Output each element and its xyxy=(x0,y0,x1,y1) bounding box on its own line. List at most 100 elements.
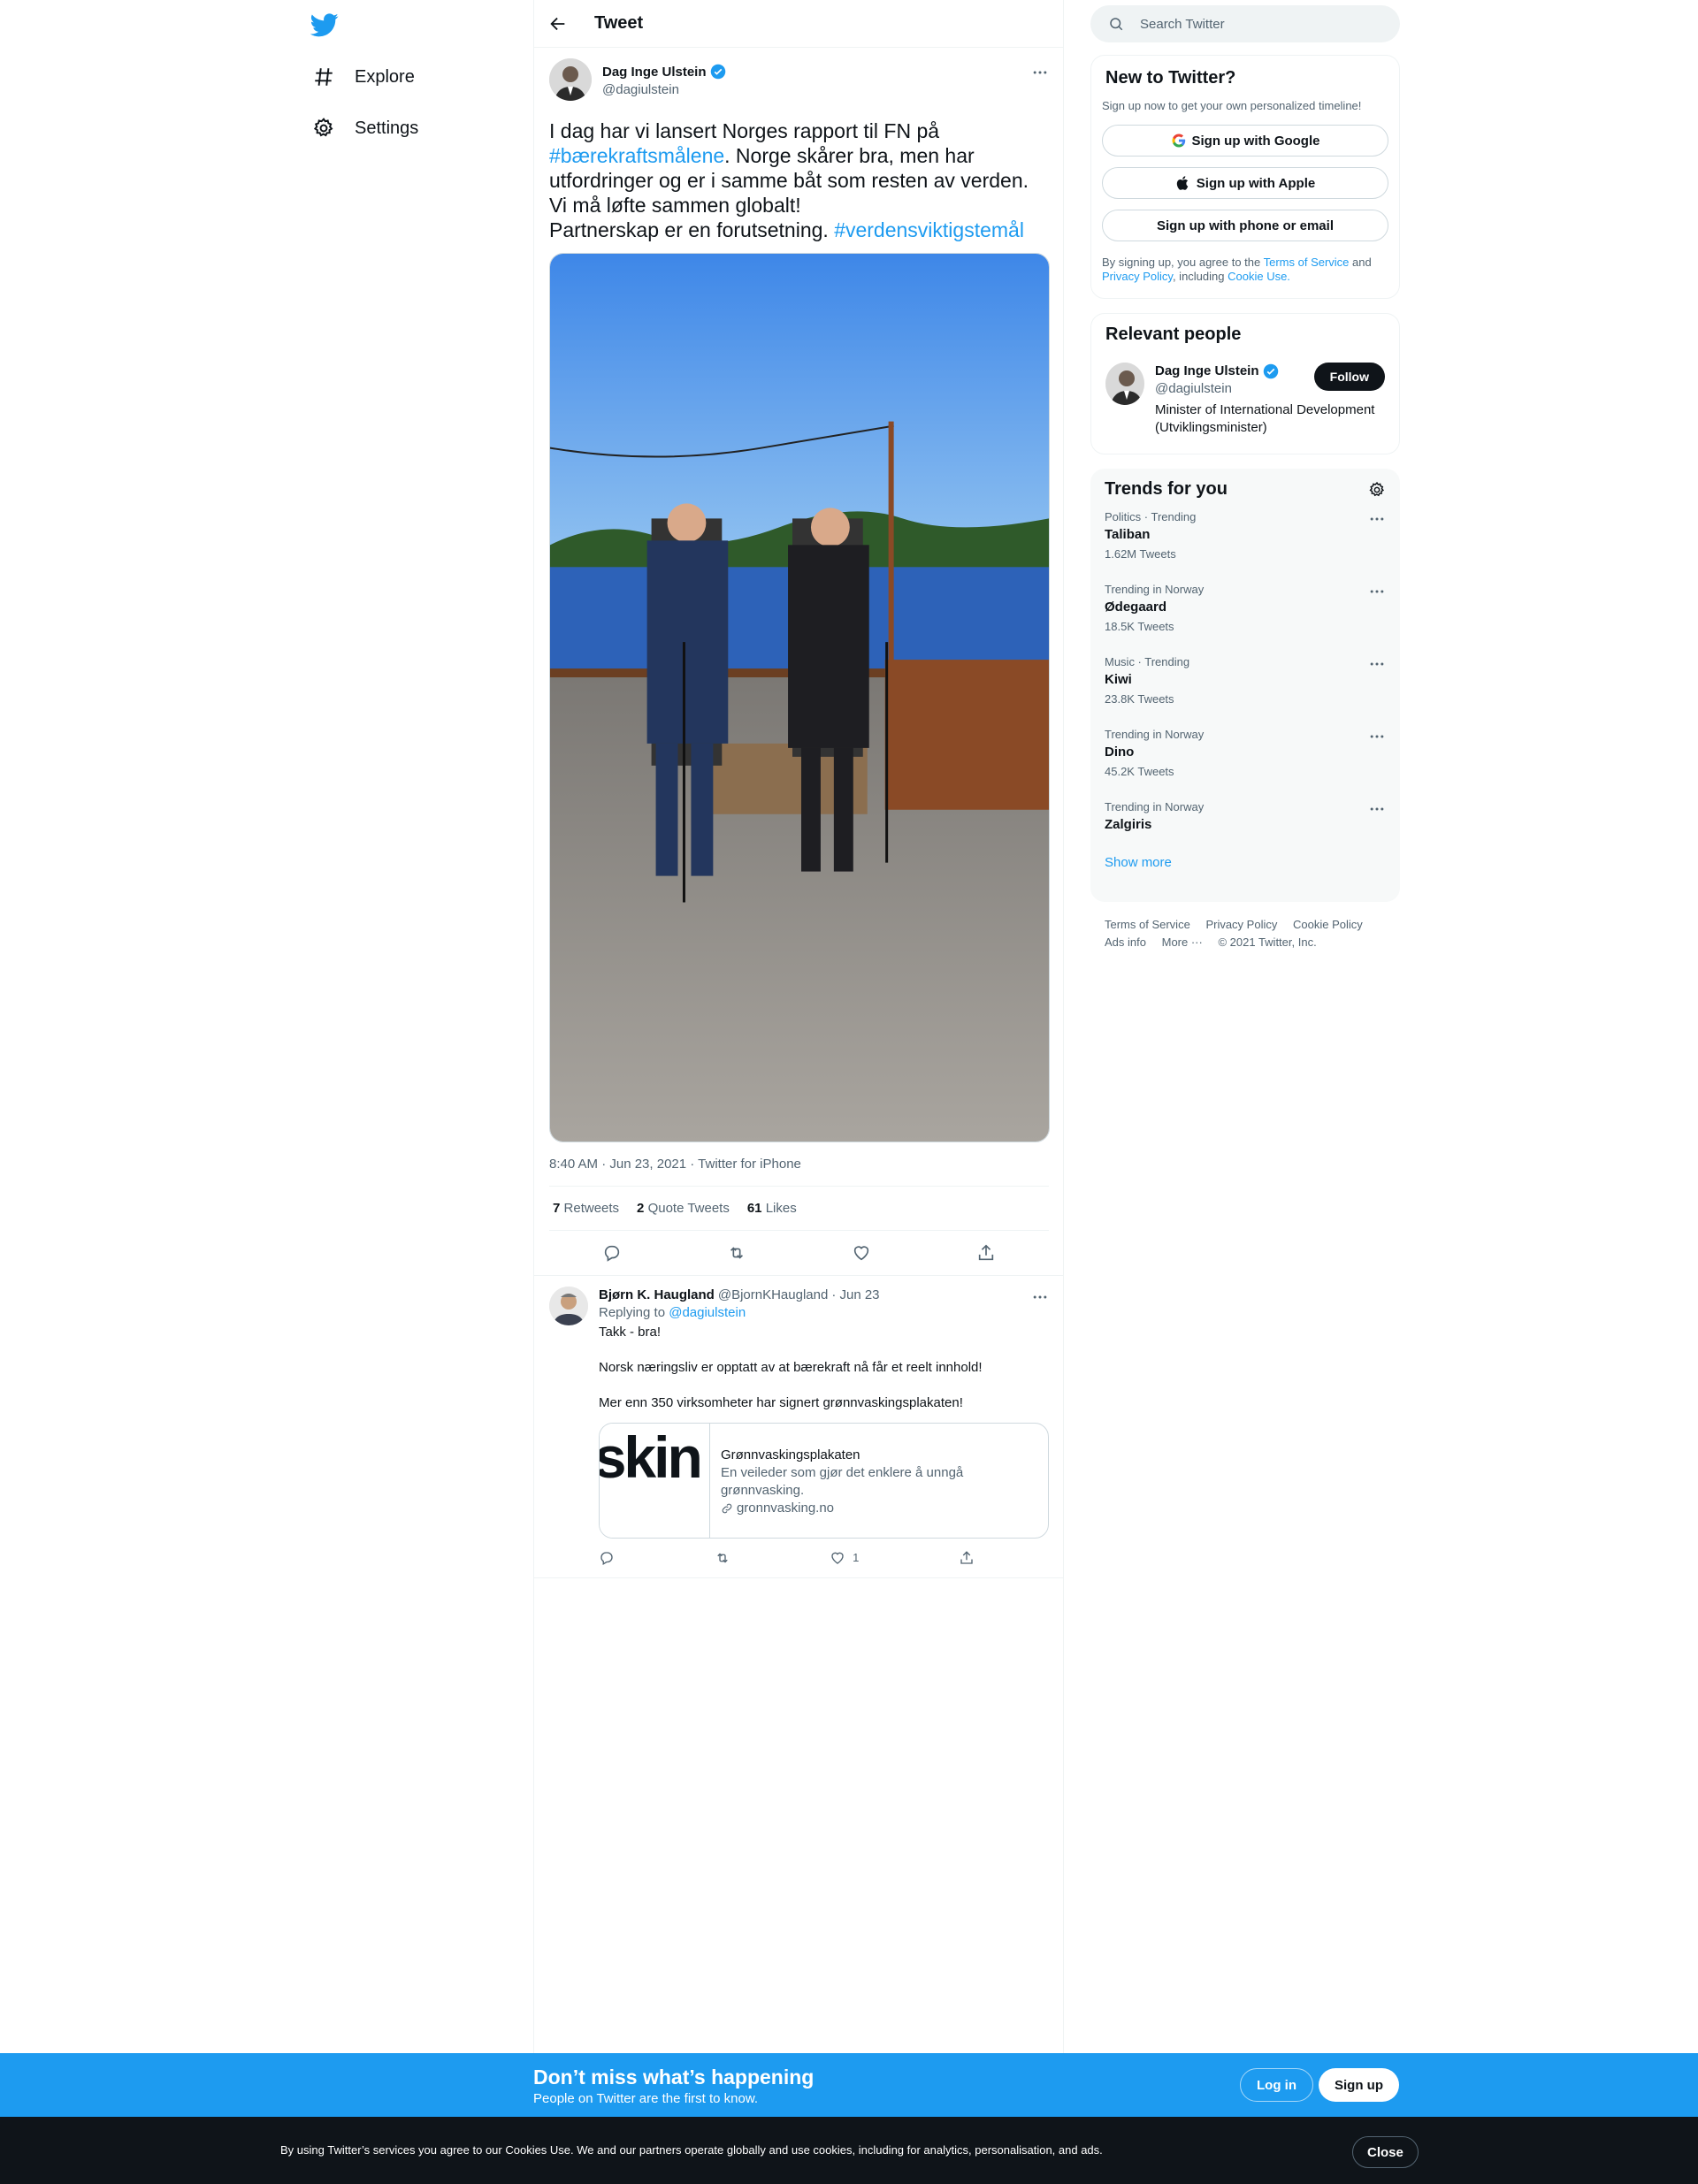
follow-button[interactable]: Follow xyxy=(1313,363,1385,391)
trend-context: Music · Trending xyxy=(1105,655,1190,668)
quotes-stat[interactable]: 2 Quote Tweets xyxy=(637,1201,730,1216)
like-icon[interactable] xyxy=(852,1243,871,1263)
nav-explore[interactable]: Explore xyxy=(305,55,415,99)
footer-link[interactable]: Ads info xyxy=(1105,935,1146,949)
more-options-icon[interactable] xyxy=(1368,510,1386,528)
legal-text: and xyxy=(1349,256,1372,269)
signup-phone-label: Sign up with phone or email xyxy=(1156,218,1334,233)
reply-author-handle[interactable]: @BjornKHaugland xyxy=(718,1287,828,1304)
banner-title: Don’t miss what’s happening xyxy=(533,2066,815,2089)
share-icon[interactable] xyxy=(976,1243,996,1263)
back-arrow-icon[interactable] xyxy=(548,14,568,34)
reply-text: Takk - bra! Norsk næringsliv er opptatt … xyxy=(599,1325,983,1410)
avatar[interactable] xyxy=(549,58,592,101)
trend-name: Zalgiris xyxy=(1105,817,1152,832)
card-domain: gronnvasking.no xyxy=(721,1500,1037,1517)
tweet-photo[interactable] xyxy=(549,253,1050,1142)
relevant-name-text: Dag Inge Ulstein xyxy=(1155,363,1259,378)
tweet-text: I dag har vi lansert Norges rapport til … xyxy=(549,118,1049,242)
legal-text: By signing up, you agree to the xyxy=(1102,256,1264,269)
panel-title: Trends for you xyxy=(1105,479,1228,499)
reply-author-name[interactable]: Bjørn K. Haugland xyxy=(599,1287,715,1304)
avatar[interactable] xyxy=(549,1287,588,1325)
nav-settings[interactable]: Settings xyxy=(305,106,418,150)
more-options-icon[interactable] xyxy=(1368,583,1386,600)
gear-icon[interactable] xyxy=(1368,481,1386,499)
signup-apple-label: Sign up with Apple xyxy=(1196,175,1316,191)
reply-share-button[interactable] xyxy=(959,1549,975,1567)
terms-link[interactable]: Terms of Service xyxy=(1264,256,1350,269)
tweet-actions xyxy=(549,1231,1049,1275)
signup-apple-button[interactable]: Sign up with Apple xyxy=(1102,167,1388,199)
more-options-icon[interactable] xyxy=(1368,800,1386,818)
nav-settings-label: Settings xyxy=(355,118,419,138)
reply-date[interactable]: · Jun 23 xyxy=(831,1287,879,1304)
more-options-icon[interactable] xyxy=(1368,728,1386,745)
search-input[interactable]: Search Twitter xyxy=(1140,17,1225,32)
new-to-twitter-panel: New to Twitter? Sign up now to get your … xyxy=(1090,55,1400,299)
trend-name: Taliban xyxy=(1105,527,1151,542)
login-button[interactable]: Log in xyxy=(1240,2068,1313,2102)
more-options-icon[interactable] xyxy=(1368,655,1386,673)
search-bar[interactable]: Search Twitter xyxy=(1090,5,1400,42)
reply-retweet-button[interactable] xyxy=(715,1549,730,1567)
trend-count: 23.8K Tweets xyxy=(1105,692,1174,706)
trend-item[interactable]: Trending in Norway Ødegaard 18.5K Tweets xyxy=(1090,572,1400,645)
reply-like-button[interactable]: 1 xyxy=(830,1549,859,1567)
twitter-logo-icon[interactable] xyxy=(310,11,339,39)
close-button[interactable]: Close xyxy=(1352,2136,1419,2168)
cookie-link[interactable]: Cookie Use. xyxy=(1228,270,1290,283)
reply-reply-button[interactable] xyxy=(599,1549,615,1567)
main-tweet: Dag Inge Ulstein @dagiulstein I dag har … xyxy=(534,48,1063,1275)
hashtag-link[interactable]: #verdensviktigstemål xyxy=(834,218,1024,241)
trend-item[interactable]: Politics · Trending Taliban 1.62M Tweets xyxy=(1090,500,1400,572)
trend-item[interactable]: Trending in Norway Zalgiris xyxy=(1090,790,1400,841)
signup-google-button[interactable]: Sign up with Google xyxy=(1102,125,1388,157)
right-sidebar: Search Twitter New to Twitter? Sign up n… xyxy=(1090,0,1400,951)
trends-panel: Trends for you Politics · Trending Talib… xyxy=(1090,469,1400,902)
card-body: Grønnvaskingsplakaten En veileder som gj… xyxy=(710,1424,1048,1538)
retweet-icon[interactable] xyxy=(727,1243,746,1263)
link-card[interactable]: askin Grønnvaskingsplakaten En veileder … xyxy=(599,1423,1049,1539)
hashtag-link[interactable]: #bærekraftsmålene xyxy=(549,144,724,167)
more-options-icon[interactable] xyxy=(1031,1288,1049,1306)
signup-banner: Don’t miss what’s happening People on Tw… xyxy=(0,2053,1698,2117)
relevant-person[interactable]: Dag Inge Ulstein @dagiulstein Minister o… xyxy=(1105,363,1385,437)
author-name[interactable]: Dag Inge Ulstein xyxy=(602,64,726,80)
trend-count: 18.5K Tweets xyxy=(1105,620,1174,633)
signup-phone-button[interactable]: Sign up with phone or email xyxy=(1102,210,1388,241)
trend-count: 1.62M Tweets xyxy=(1105,547,1176,561)
reply-tweet[interactable]: Bjørn K. Haugland @BjornKHaugland · Jun … xyxy=(534,1275,1063,1578)
quotes-label: Quote Tweets xyxy=(647,1201,730,1216)
relevant-bio: Minister of International Development (U… xyxy=(1155,402,1375,435)
reply-icon[interactable] xyxy=(602,1243,622,1263)
author-handle[interactable]: @dagiulstein xyxy=(602,82,726,97)
trends-header: Trends for you xyxy=(1090,479,1400,500)
legal-text: , including xyxy=(1172,270,1228,283)
reply-actions: 1 xyxy=(599,1549,975,1567)
search-icon xyxy=(1110,18,1123,31)
footer-link[interactable]: Terms of Service xyxy=(1105,918,1190,931)
trend-item[interactable]: Music · Trending Kiwi 23.8K Tweets xyxy=(1090,645,1400,717)
retweets-stat[interactable]: 7 Retweets xyxy=(553,1201,619,1216)
signup-button[interactable]: Sign up xyxy=(1319,2068,1399,2102)
replying-to-handle[interactable]: @dagiulstein xyxy=(669,1305,746,1320)
trend-count: 45.2K Tweets xyxy=(1105,765,1174,778)
footer-link[interactable]: Cookie Policy xyxy=(1293,918,1363,931)
relevant-people-panel: Relevant people Dag Inge Ulstein @dagiul… xyxy=(1090,313,1400,454)
signup-legal: By signing up, you agree to the Terms of… xyxy=(1102,256,1388,284)
show-more-link[interactable]: Show more xyxy=(1090,841,1400,884)
footer-link[interactable]: Privacy Policy xyxy=(1205,918,1277,931)
more-options-icon[interactable] xyxy=(1031,64,1049,81)
retweets-label: Retweets xyxy=(563,1201,620,1216)
likes-stat[interactable]: 61 Likes xyxy=(747,1201,797,1216)
nav-explore-label: Explore xyxy=(355,66,415,87)
likes-count: 61 xyxy=(746,1201,762,1216)
footer-link[interactable]: More ··· xyxy=(1162,935,1203,949)
privacy-link[interactable]: Privacy Policy xyxy=(1102,270,1173,283)
replying-to-label: Replying to xyxy=(599,1305,666,1320)
reply-icon xyxy=(600,1552,613,1565)
trend-item[interactable]: Trending in Norway Dino 45.2K Tweets xyxy=(1090,717,1400,790)
gear-icon xyxy=(313,118,333,137)
avatar[interactable] xyxy=(1105,363,1144,405)
